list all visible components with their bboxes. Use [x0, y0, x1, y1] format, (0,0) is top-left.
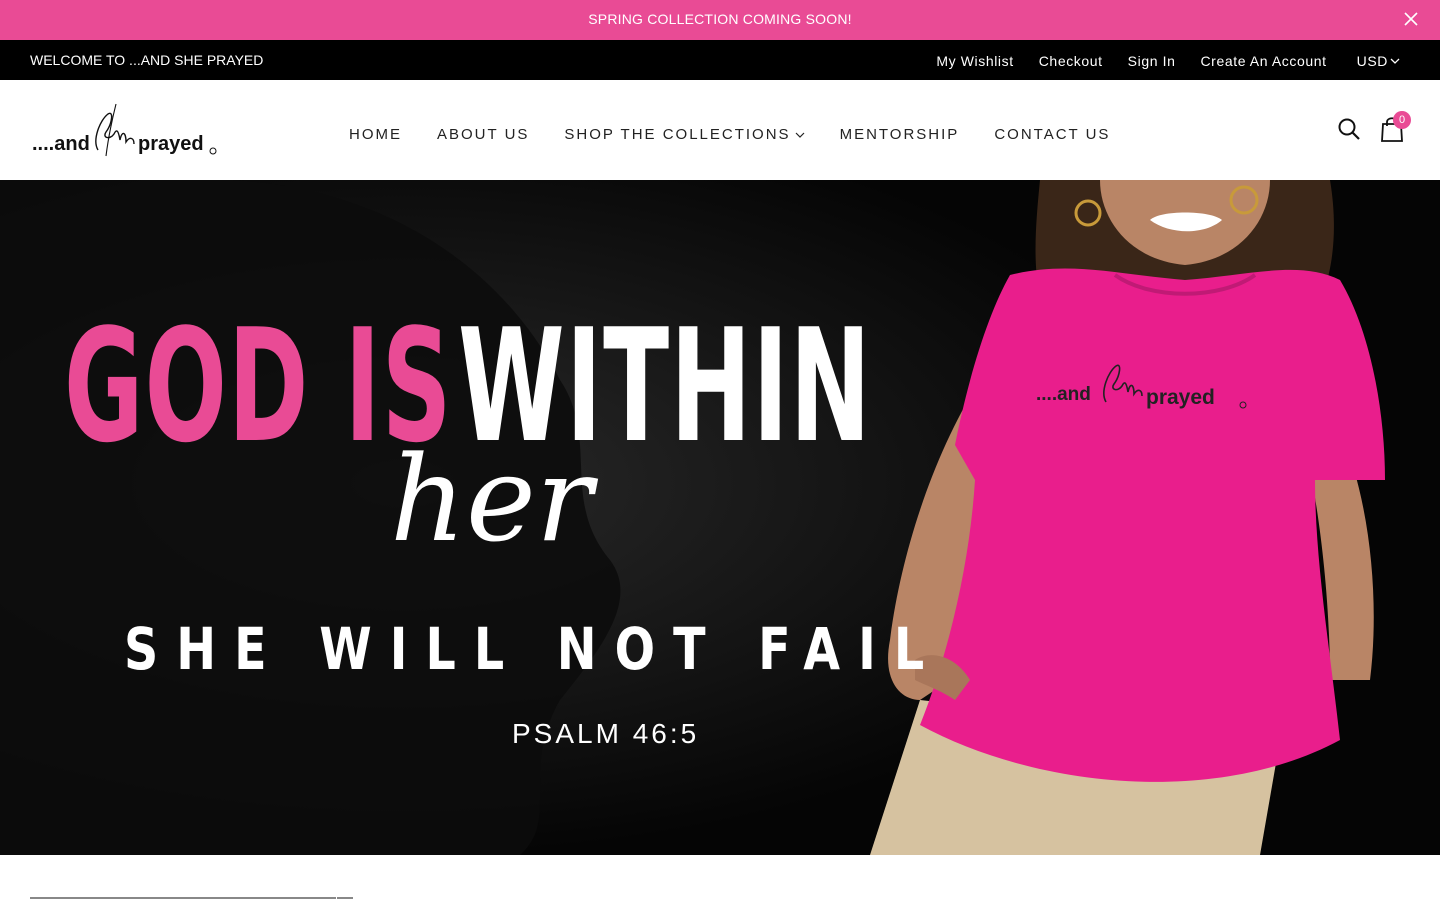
currency-selector[interactable]: USD [1357, 53, 1400, 69]
hero-subheadline: SHE WILL NOT FAIL [124, 615, 943, 683]
close-icon[interactable] [1402, 10, 1420, 28]
cart-count-badge: 0 [1393, 111, 1411, 129]
nav-mentorship[interactable]: MENTORSHIP [840, 126, 960, 143]
currency-label: USD [1356, 53, 1388, 69]
top-bar: WELCOME TO ...AND SHE PRAYED My Wishlist… [0, 40, 1440, 80]
hero-script-text: her [390, 430, 593, 568]
brand-logo[interactable]: ....and prayed [30, 100, 220, 160]
nav-about-label: ABOUT US [437, 126, 530, 143]
nav-contact-label: CONTACT US [994, 126, 1111, 143]
nav-about-us[interactable]: ABOUT US [437, 126, 529, 143]
svg-text:....and: ....and [1036, 384, 1091, 405]
announcement-bar: SPRING COLLECTION COMING SOON! [0, 0, 1440, 40]
nav-contact-us[interactable]: CONTACT US [994, 126, 1110, 143]
main-header: ....and prayed HOME ABOUT US SHOP THE CO… [0, 80, 1440, 180]
chevron-down-icon [1390, 58, 1400, 64]
announcement-text: SPRING COLLECTION COMING SOON! [588, 11, 852, 27]
model-in-pink-shirt [870, 180, 1385, 855]
sign-in-link[interactable]: Sign In [1128, 53, 1176, 69]
main-nav: HOME ABOUT US SHOP THE COLLECTIONS MENTO… [349, 126, 1145, 143]
welcome-text: WELCOME TO ...AND SHE PRAYED [30, 52, 264, 68]
shirt-logo-print: ....and prayed [1036, 364, 1247, 409]
nav-shop-label: SHOP THE COLLECTIONS [564, 126, 791, 143]
search-icon[interactable] [1337, 117, 1361, 141]
account-links: My Wishlist Checkout Sign In Create An A… [911, 53, 1400, 69]
svg-text:prayed: prayed [1146, 386, 1215, 409]
wishlist-link[interactable]: My Wishlist [936, 53, 1013, 69]
nav-home[interactable]: HOME [349, 126, 402, 143]
nav-home-label: HOME [349, 126, 402, 143]
create-account-link[interactable]: Create An Account [1200, 53, 1326, 69]
svg-text:....and: ....and [32, 133, 90, 155]
chevron-down-icon [795, 132, 805, 138]
section-divider-accent [337, 897, 353, 899]
nav-mentorship-label: MENTORSHIP [839, 126, 960, 143]
section-divider [30, 897, 336, 899]
checkout-link[interactable]: Checkout [1039, 53, 1103, 69]
nav-shop-collections[interactable]: SHOP THE COLLECTIONS [564, 126, 805, 143]
hero-banner[interactable]: ....and prayed GOD IS WITHIN her SHE WIL… [0, 180, 1440, 855]
svg-text:prayed: prayed [138, 133, 204, 155]
hero-verse: PSALM 46:5 [512, 718, 700, 749]
